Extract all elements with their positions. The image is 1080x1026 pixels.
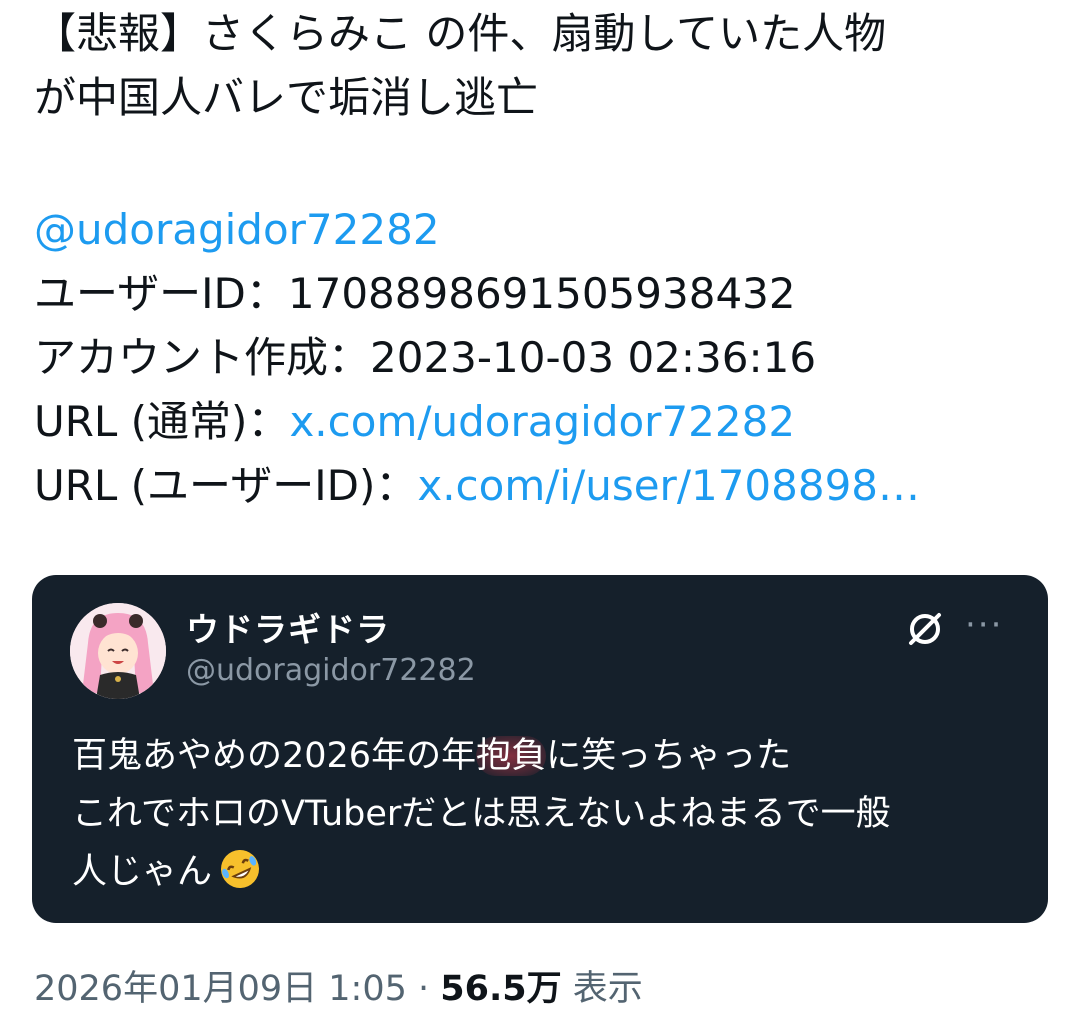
url-user-id-label: URL (ユーザーID)： [34,461,418,510]
views-count: 56.5万 [440,969,562,1009]
tweet-meta: 2026年01月09日 1:05 · 56.5万 表示 [34,960,643,1011]
url-user-id-line: URL (ユーザーID)：x.com/i/user/1708898… [34,454,1044,518]
tweet-title-line-1: 【悲報】さくらみこ の件、扇動していた人物 [34,9,887,58]
meta-separator: · [406,969,441,1009]
account-created-value: 2023-10-03 02:36:16 [370,333,817,382]
tweet-title-line-2: が中国人バレで垢消し逃亡 [34,73,539,122]
rolling-on-floor-laughing-icon [218,847,262,891]
url-user-id-link[interactable]: x.com/i/user/1708898… [417,461,920,510]
quoted-line-3-text: 人じゃん [72,852,213,892]
views-label: 表示 [561,969,643,1009]
mention-link[interactable]: @udoragidor72282 [34,198,1044,262]
quoted-line-2: これでホロのVTuberだとは思えないよねまるで一般 [72,794,891,834]
timestamp[interactable]: 2026年01月09日 1:05 [34,969,407,1009]
user-id-value: 1708898691505938432 [287,269,796,318]
quoted-display-name[interactable]: ウドラギドラ [186,603,390,651]
more-icon[interactable]: ··· [965,605,1003,645]
url-normal-label: URL (通常)： [34,397,290,446]
quoted-line-1-start: 百鬼あやめの2026年の年 [72,736,477,776]
avatar-illustration [70,603,166,699]
url-normal-link[interactable]: x.com/udoragidor72282 [289,397,795,446]
tweet-text: 【悲報】さくらみこ の件、扇動していた人物 が中国人バレで垢消し逃亡 @udor… [34,2,1044,518]
quoted-tweet-card[interactable]: ウドラギドラ @udoragidor72282 ··· 百鬼あやめの2026年の… [32,575,1048,923]
highlighted-word: 抱負 [476,736,547,776]
quoted-handle[interactable]: @udoragidor72282 [186,653,476,688]
quoted-tweet-text: 百鬼あやめの2026年の年抱負に笑っちゃった これでホロのVTuberだとは思え… [72,727,1022,901]
user-id-label: ユーザーID： [34,269,288,318]
user-id-line: ユーザーID：1708898691505938432 [34,262,1044,326]
account-created-label: アカウント作成： [34,333,371,382]
quoted-line-1-end: に笑っちゃった [546,736,792,776]
tweet-main: 【悲報】さくらみこ の件、扇動していた人物 が中国人バレで垢消し逃亡 @udor… [34,0,1044,518]
quoted-line-3: 人じゃん [72,843,1022,901]
account-created-line: アカウント作成：2023-10-03 02:36:16 [34,326,1044,390]
quoted-line-1: 百鬼あやめの2026年の年抱負に笑っちゃった [72,727,1022,785]
avatar[interactable] [70,603,166,699]
slashed-circle-icon[interactable] [905,609,945,649]
url-normal-line: URL (通常)：x.com/udoragidor72282 [34,390,1044,454]
